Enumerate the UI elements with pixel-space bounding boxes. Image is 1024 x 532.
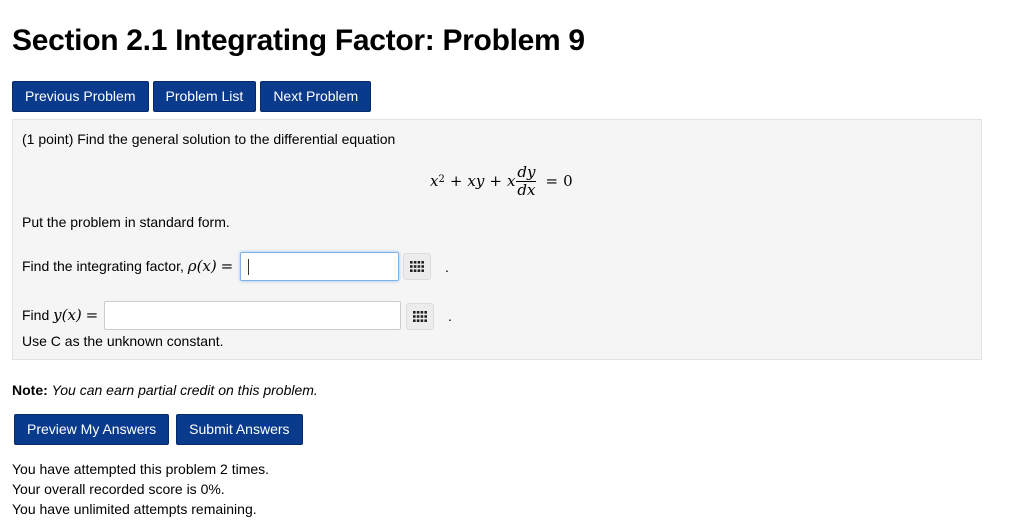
integrating-factor-label: Find the integrating factor, ρ(x) = bbox=[22, 257, 233, 275]
eq-x: x bbox=[430, 172, 439, 190]
problem-navigation: Previous Problem Problem List Next Probl… bbox=[12, 81, 372, 112]
answer-actions: Preview My Answers Submit Answers bbox=[14, 414, 303, 445]
submit-answers-button[interactable]: Submit Answers bbox=[176, 414, 303, 445]
integrating-factor-prefix: Find the integrating factor, bbox=[22, 258, 184, 274]
next-problem-button[interactable]: Next Problem bbox=[260, 81, 372, 112]
integrating-factor-math: ρ(x) bbox=[187, 257, 217, 275]
solution-period: . bbox=[448, 308, 452, 324]
problem-list-button[interactable]: Problem List bbox=[152, 81, 257, 112]
attempts-count: You have attempted this problem 2 times. bbox=[12, 461, 270, 477]
grid-icon bbox=[410, 261, 424, 272]
note-text: You can earn partial credit on this prob… bbox=[51, 382, 318, 398]
integrating-factor-editor-button[interactable] bbox=[403, 253, 431, 280]
eq-numerator: dy bbox=[516, 162, 537, 182]
recorded-score: Your overall recorded score is 0%. bbox=[12, 481, 225, 497]
differential-equation: x2 + xy + x dy dx = 0 bbox=[430, 160, 573, 202]
preview-answers-button[interactable]: Preview My Answers bbox=[14, 414, 170, 445]
eq-power: 2 bbox=[438, 173, 445, 185]
eq-xy: xy bbox=[467, 172, 485, 190]
eq-equals: = bbox=[545, 172, 559, 190]
attempts-remaining: You have unlimited attempts remaining. bbox=[12, 501, 257, 517]
solution-equals: = bbox=[85, 306, 99, 324]
eq-denominator: dx bbox=[517, 180, 536, 199]
integrating-factor-equals: = bbox=[220, 257, 234, 275]
problem-intro: (1 point) Find the general solution to t… bbox=[22, 131, 396, 147]
problem-panel: (1 point) Find the general solution to t… bbox=[12, 119, 982, 360]
eq-x-coef: x bbox=[506, 172, 516, 190]
solution-label: Find y(x) = bbox=[22, 306, 98, 324]
previous-problem-button[interactable]: Previous Problem bbox=[12, 81, 149, 112]
grid-icon bbox=[413, 311, 427, 322]
solution-editor-button[interactable] bbox=[406, 303, 434, 330]
note-label: Note: bbox=[12, 382, 48, 398]
partial-credit-note: Note: You can earn partial credit on thi… bbox=[12, 382, 318, 398]
integrating-factor-period: . bbox=[445, 259, 449, 275]
page-title: Section 2.1 Integrating Factor: Problem … bbox=[12, 24, 585, 57]
solution-prefix: Find bbox=[22, 307, 50, 323]
eq-plus-1: + bbox=[449, 172, 463, 190]
eq-rhs: 0 bbox=[563, 172, 573, 190]
constant-note: Use C as the unknown constant. bbox=[22, 333, 224, 349]
solution-math: y(x) bbox=[53, 306, 82, 324]
solution-input[interactable] bbox=[104, 301, 401, 330]
text-caret bbox=[248, 259, 249, 275]
integrating-factor-input[interactable] bbox=[240, 252, 399, 281]
attempt-status: You have attempted this problem 2 times.… bbox=[12, 459, 269, 519]
eq-plus-2: + bbox=[489, 172, 502, 190]
standard-form-instruction: Put the problem in standard form. bbox=[22, 214, 230, 230]
eq-derivative: dy dx bbox=[516, 162, 537, 199]
